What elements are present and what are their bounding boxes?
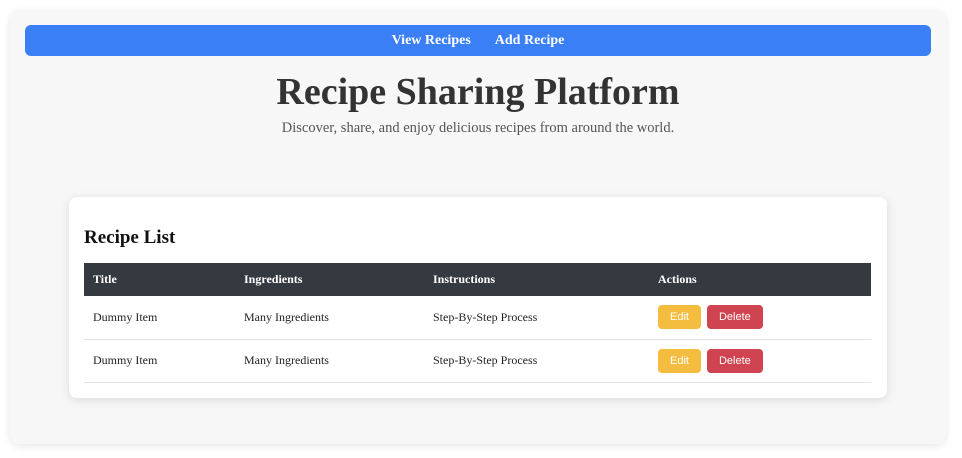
cell-actions: Edit Delete xyxy=(649,339,871,382)
recipe-table-body: Dummy Item Many Ingredients Step-By-Step… xyxy=(84,296,871,382)
column-header-instructions: Instructions xyxy=(433,272,496,286)
cell-actions: Edit Delete xyxy=(649,296,871,339)
recipe-list-heading: Recipe List xyxy=(84,227,176,248)
cell-title: Dummy Item xyxy=(93,353,158,367)
delete-button[interactable]: Delete xyxy=(706,348,763,373)
nav-view-recipes-link[interactable]: View Recipes xyxy=(392,33,471,49)
column-header-ingredients: Ingredients xyxy=(244,272,303,286)
table-row: Dummy Item Many Ingredients Step-By-Step… xyxy=(84,339,871,382)
cell-instructions: Step-By-Step Process xyxy=(433,309,538,324)
page-container: View Recipes Add Recipe Recipe Sharing P… xyxy=(10,10,946,444)
cell-ingredients: Many Ingredients xyxy=(244,309,329,324)
page-title: Recipe Sharing Platform xyxy=(276,71,680,113)
column-header-actions: Actions xyxy=(658,272,697,286)
table-row: Dummy Item Many Ingredients Step-By-Step… xyxy=(84,296,871,339)
cell-instructions: Step-By-Step Process xyxy=(433,353,538,367)
top-navbar: View Recipes Add Recipe xyxy=(25,25,931,56)
table-header-row: Title Ingredients Instructions Actions xyxy=(84,263,871,296)
edit-button[interactable]: Edit xyxy=(658,348,701,373)
recipe-table-header: Title Ingredients Instructions Actions xyxy=(84,263,871,296)
column-header-title: Title xyxy=(93,272,117,286)
recipe-list-card: Recipe List Title Ingredients Instructio… xyxy=(69,197,887,398)
page-subtitle: Discover, share, and enjoy delicious rec… xyxy=(281,120,675,136)
recipe-table: Title Ingredients Instructions Actions D… xyxy=(84,263,871,383)
cell-ingredients: Many Ingredients xyxy=(244,353,329,367)
edit-button[interactable]: Edit xyxy=(658,305,701,330)
nav-add-recipe-link[interactable]: Add Recipe xyxy=(495,33,565,49)
cell-title: Dummy Item xyxy=(93,309,158,324)
delete-button[interactable]: Delete xyxy=(706,305,763,330)
